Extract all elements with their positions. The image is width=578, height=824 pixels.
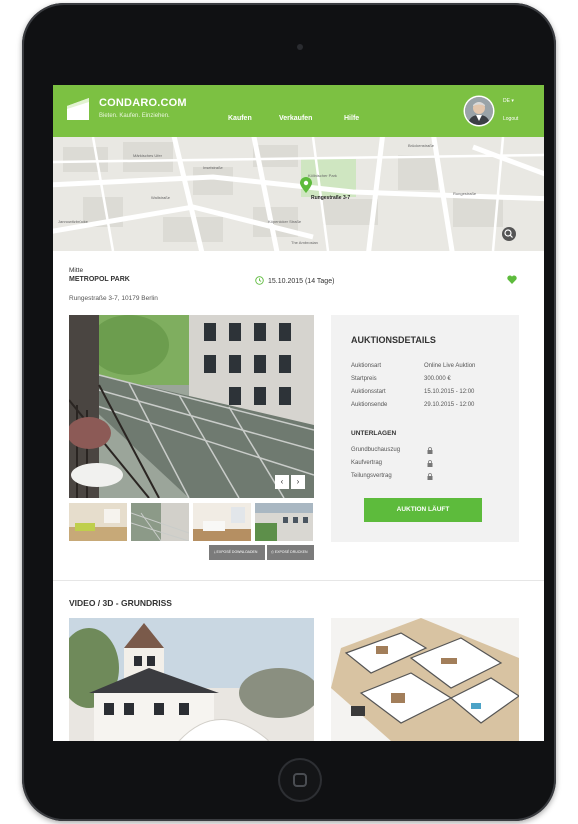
document-item[interactable]: Teilungsvertrag — [351, 473, 392, 479]
listing-district: Mitte — [69, 267, 84, 274]
auction-date: 15.10.2015 (14 Tage) — [268, 278, 335, 285]
map-label: Wallstraße — [151, 195, 170, 200]
thumbnail-image — [255, 503, 313, 541]
detail-value: 15.10.2015 - 12:00 — [424, 389, 475, 395]
gallery-thumbnail[interactable] — [69, 503, 127, 541]
avatar-image — [465, 97, 493, 125]
screen: CONDARO.COM Bieten. Kaufen. Einziehen. K… — [53, 85, 544, 741]
gallery-thumbnail[interactable] — [193, 503, 251, 541]
map-label: The Ambrosian — [291, 240, 318, 245]
download-expose-label: EXPOSÉ DOWNLOADEN — [216, 550, 258, 554]
print-icon: ⎙ — [271, 550, 274, 554]
document-item[interactable]: Kaufvertrag — [351, 460, 382, 466]
print-expose-label: EXPOSÉ DRUCKEN — [274, 550, 308, 554]
home-button[interactable] — [278, 758, 322, 802]
main-photo[interactable]: ‹ › — [69, 315, 314, 498]
map-pin-icon[interactable] — [300, 177, 312, 193]
brand-tagline: Bieten. Kaufen. Einziehen. — [99, 113, 170, 119]
document-item[interactable]: Grundbuchauszug — [351, 447, 400, 453]
brand-name[interactable]: CONDARO.COM — [99, 97, 187, 109]
download-icon: ⤓ — [214, 550, 216, 554]
logo-icon[interactable] — [67, 98, 89, 120]
nav-verkaufen[interactable]: Verkaufen — [279, 115, 312, 122]
documents-title: UNTERLAGEN — [351, 430, 397, 437]
map-street-label: Rungestraße 3-7 — [311, 195, 351, 201]
courtyard-photo — [69, 315, 314, 498]
chevron-down-icon: ▾ — [511, 98, 514, 104]
section-divider — [53, 580, 544, 581]
map-label: Jannowitzbrücke — [58, 219, 88, 224]
floorplan-3d-image — [331, 618, 519, 741]
thumbnail-image — [193, 503, 251, 541]
print-expose-button[interactable]: ⎙ EXPOSÉ DRUCKEN — [267, 545, 314, 560]
nav-hilfe[interactable]: Hilfe — [344, 115, 359, 122]
language-label: DE — [503, 98, 510, 104]
listing-address: Rungestraße 3-7, 10179 Berlin — [69, 295, 158, 302]
site-header: CONDARO.COM Bieten. Kaufen. Einziehen. K… — [53, 85, 544, 137]
lock-icon — [427, 473, 433, 480]
nav-kaufen[interactable]: Kaufen — [228, 115, 252, 122]
thumbnail-image — [131, 503, 189, 541]
location-map[interactable]: Märkisches Ufer Inselstraße Wallstraße K… — [53, 137, 544, 251]
gallery-next-button[interactable]: › — [291, 475, 305, 489]
map-label: Rungestraße — [453, 191, 477, 196]
detail-value: 300.000 € — [424, 376, 451, 382]
auction-details-panel: AUKTIONSDETAILS Auktionsart Online Live … — [331, 315, 519, 542]
thumbnail-image — [69, 503, 127, 541]
video-thumbnail[interactable] — [69, 618, 314, 741]
map-zoom-button[interactable] — [502, 227, 516, 241]
home-button-icon — [293, 773, 307, 787]
auction-running-button[interactable]: AUKTION LÄUFT — [364, 498, 482, 522]
details-title: AUKTIONSDETAILS — [351, 335, 436, 345]
media-section-title: VIDEO / 3D - GRUNDRISS — [69, 598, 172, 608]
map-label: Brückenstraße — [408, 143, 435, 148]
map-label: Köllnischer Park — [308, 173, 337, 178]
map-label: Inselstraße — [203, 165, 223, 170]
search-icon — [504, 229, 513, 238]
villa-photo — [69, 618, 314, 741]
lock-icon — [427, 460, 433, 467]
favorite-heart-icon[interactable] — [507, 275, 517, 284]
logout-link[interactable]: Logout — [503, 116, 518, 122]
detail-label: Auktionsende — [351, 402, 388, 408]
front-camera — [297, 44, 303, 50]
user-avatar[interactable] — [465, 97, 493, 125]
detail-label: Auktionsstart — [351, 389, 386, 395]
gallery-prev-button[interactable]: ‹ — [275, 475, 289, 489]
floorplan-3d-thumbnail[interactable] — [331, 618, 519, 741]
gallery-thumbnail[interactable] — [255, 503, 313, 541]
listing-title: METROPOL PARK — [69, 276, 130, 283]
map-label: Köpenicker Straße — [268, 219, 302, 224]
detail-label: Auktionsart — [351, 363, 382, 369]
gallery-thumbnail[interactable] — [131, 503, 189, 541]
language-selector[interactable]: DE ▾ — [503, 98, 514, 104]
download-expose-button[interactable]: ⤓ EXPOSÉ DOWNLOADEN — [209, 545, 265, 560]
clock-icon — [255, 276, 264, 285]
detail-value: Online Live Auktion — [424, 363, 476, 369]
lock-icon — [427, 447, 433, 454]
map-label: Märkisches Ufer — [133, 153, 162, 158]
detail-value: 29.10.2015 - 12:00 — [424, 402, 475, 408]
detail-label: Startpreis — [351, 376, 377, 382]
